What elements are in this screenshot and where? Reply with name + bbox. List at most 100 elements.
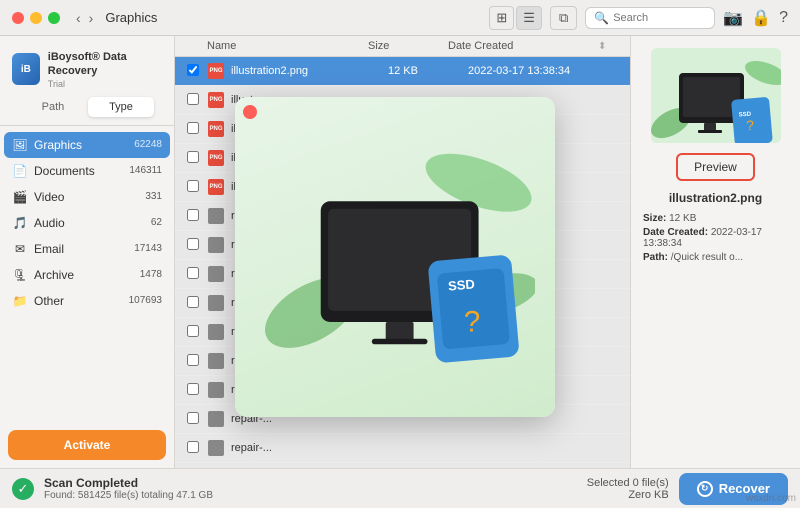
file-checkbox[interactable]	[187, 383, 199, 395]
info-icon[interactable]: 🔒	[751, 8, 771, 28]
file-list-header: Name Size Date Created ⬍	[175, 36, 630, 57]
file-checkbox[interactable]	[187, 209, 199, 221]
tab-path[interactable]: Path	[20, 97, 86, 117]
recover-icon: ↻	[697, 481, 713, 497]
file-type-icon: PNG	[207, 91, 225, 109]
list-view-btn[interactable]: ☰	[516, 6, 542, 30]
main-area: Name Size Date Created ⬍ PNG illustratio…	[175, 36, 800, 468]
preview-popup: ? SSD	[235, 97, 555, 417]
col-header-name: Name	[207, 40, 368, 52]
email-icon: ✉	[12, 241, 28, 257]
file-checkbox[interactable]	[187, 412, 199, 424]
graphics-count: 62248	[134, 139, 162, 150]
file-checkbox[interactable]	[187, 93, 199, 105]
file-checkbox[interactable]	[187, 151, 199, 163]
file-area: Name Size Date Created ⬍ PNG illustratio…	[175, 36, 630, 468]
popup-image: ? SSD	[235, 97, 555, 417]
file-checkbox[interactable]	[187, 325, 199, 337]
app-logo: iB iBoysoft® Data Recovery Trial	[12, 50, 162, 89]
audio-label: Audio	[34, 216, 151, 230]
preview-thumbnail: ? SSD	[651, 48, 781, 143]
sort-icon: ⬍	[598, 41, 606, 52]
file-checkbox[interactable]	[187, 122, 199, 134]
help-icon[interactable]: ?	[779, 9, 788, 27]
file-checkbox[interactable]	[187, 180, 199, 192]
nav-forward-btn[interactable]: ›	[85, 8, 98, 28]
svg-text:?: ?	[464, 305, 481, 338]
app-body: iB iBoysoft® Data Recovery Trial Path Ty…	[0, 36, 800, 468]
sidebar-item-video[interactable]: 🎬 Video 331	[4, 184, 170, 210]
archive-count: 1478	[140, 269, 162, 280]
file-list: PNG illustration2.png 12 KB 2022-03-17 1…	[175, 57, 630, 468]
file-type-icon	[207, 352, 225, 370]
col-header-date: Date Created	[448, 40, 598, 52]
audio-count: 62	[151, 217, 162, 228]
file-name: illustration2.png	[231, 65, 388, 77]
camera-icon[interactable]: 📷	[723, 8, 743, 28]
file-checkbox[interactable]	[187, 354, 199, 366]
file-checkbox[interactable]	[187, 441, 199, 453]
file-size: 12 KB	[388, 65, 468, 77]
documents-label: Documents	[34, 164, 129, 178]
sidebar-item-documents[interactable]: 📄 Documents 146311	[4, 158, 170, 184]
file-type-icon	[207, 207, 225, 225]
activate-button[interactable]: Activate	[8, 430, 166, 460]
video-label: Video	[34, 190, 145, 204]
preview-button[interactable]: Preview	[676, 153, 755, 181]
file-checkbox[interactable]	[187, 296, 199, 308]
app-trial: Trial	[48, 79, 162, 89]
file-type-icon: PNG	[207, 149, 225, 167]
video-icon: 🎬	[12, 189, 28, 205]
file-info-path: Path: /Quick result o...	[643, 252, 788, 263]
email-count: 17143	[134, 243, 162, 254]
sidebar-item-email[interactable]: ✉ Email 17143	[4, 236, 170, 262]
watermark: wsxdn.com	[746, 493, 796, 504]
sidebar-items: 🖼 Graphics 62248 📄 Documents 146311 🎬 Vi…	[0, 126, 174, 422]
sidebar-item-other[interactable]: 📁 Other 107693	[4, 288, 170, 314]
file-checkbox[interactable]	[187, 267, 199, 279]
window-controls	[12, 12, 60, 24]
file-type-icon	[207, 323, 225, 341]
breadcrumb: Graphics	[105, 10, 157, 25]
minimize-btn[interactable]	[30, 12, 42, 24]
maximize-btn[interactable]	[48, 12, 60, 24]
file-row[interactable]: repair-...	[175, 434, 630, 463]
scan-title: Scan Completed	[44, 476, 213, 490]
sidebar: iB iBoysoft® Data Recovery Trial Path Ty…	[0, 36, 175, 468]
col-header-size: Size	[368, 40, 448, 52]
selected-count: Selected 0 file(s)	[587, 477, 669, 489]
other-label: Other	[34, 294, 129, 308]
documents-icon: 📄	[12, 163, 28, 179]
sidebar-header: iB iBoysoft® Data Recovery Trial Path Ty…	[0, 36, 174, 126]
other-count: 107693	[129, 295, 162, 306]
file-type-icon	[207, 381, 225, 399]
audio-icon: 🎵	[12, 215, 28, 231]
app-name: iBoysoft® Data Recovery	[48, 50, 162, 79]
svg-text:SSD: SSD	[447, 276, 475, 293]
grid-view-btn[interactable]: ⊞	[489, 6, 514, 30]
file-row[interactable]: PNG illustration2.png 12 KB 2022-03-17 1…	[175, 57, 630, 86]
selected-size: Zero KB	[587, 489, 669, 501]
file-type-icon	[207, 439, 225, 457]
file-info-date: Date Created: 2022-03-17 13:38:34	[643, 227, 788, 249]
file-checkbox[interactable]	[187, 238, 199, 250]
selected-info: Selected 0 file(s) Zero KB	[587, 477, 669, 501]
status-bar: ✓ Scan Completed Found: 581425 file(s) t…	[0, 468, 800, 508]
tab-type[interactable]: Type	[88, 97, 154, 117]
nav-back-btn[interactable]: ‹	[72, 8, 85, 28]
sidebar-item-audio[interactable]: 🎵 Audio 62	[4, 210, 170, 236]
scan-status: Scan Completed Found: 581425 file(s) tot…	[44, 476, 213, 501]
other-icon: 📁	[12, 293, 28, 309]
file-name: repair-...	[231, 442, 388, 454]
close-btn[interactable]	[12, 12, 24, 24]
popup-close-btn[interactable]	[243, 105, 257, 119]
search-input[interactable]	[613, 12, 706, 24]
file-info-size: Size: 12 KB	[643, 213, 788, 224]
search-icon: 🔍	[594, 11, 609, 25]
sidebar-item-graphics[interactable]: 🖼 Graphics 62248	[4, 132, 170, 158]
sidebar-item-archive[interactable]: 🗜 Archive 1478	[4, 262, 170, 288]
file-checkbox[interactable]	[187, 64, 199, 76]
svg-text:SSD: SSD	[738, 111, 751, 118]
filter-btn[interactable]: ⧉	[550, 6, 577, 30]
email-label: Email	[34, 242, 134, 256]
